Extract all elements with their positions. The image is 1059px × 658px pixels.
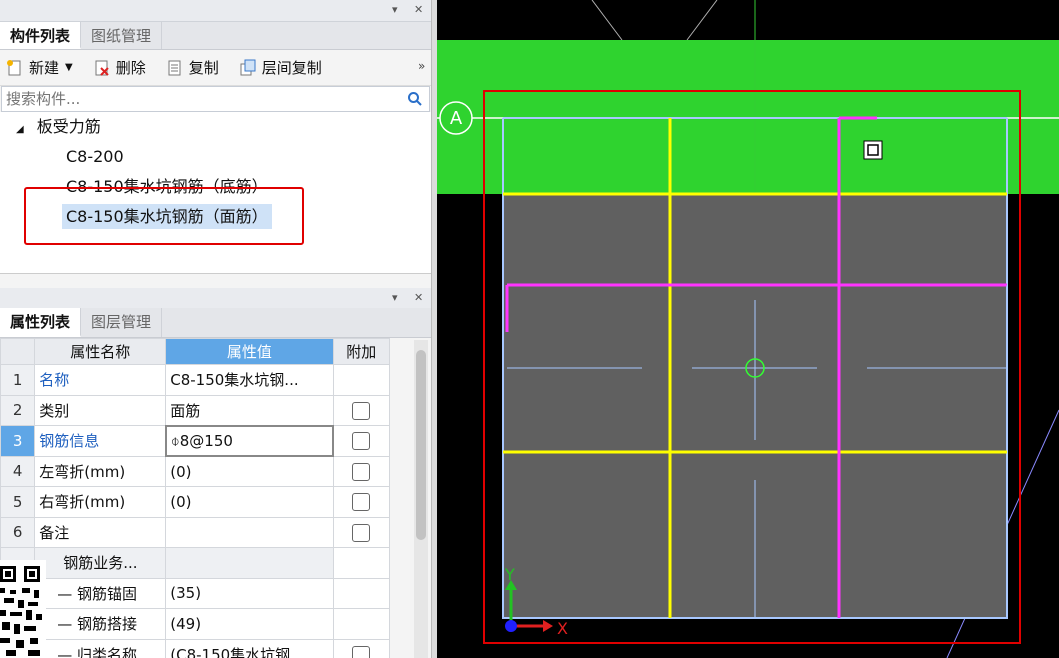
table-row: — 钢筋锚固 (35): [0, 577, 391, 609]
property-value[interactable]: 面筋: [165, 394, 334, 426]
close-icon[interactable]: ✕: [414, 291, 423, 305]
table-row: 1 名称 C8-150集水坑钢...: [0, 364, 391, 396]
x-arrow-head: [543, 620, 553, 632]
extra-checkbox[interactable]: [351, 493, 370, 511]
search-icon[interactable]: [407, 91, 423, 107]
extra-checkbox[interactable]: [351, 523, 370, 542]
table-row: 4 左弯折(mm) (0): [0, 455, 391, 487]
qr-code-icon: [0, 560, 46, 658]
property-value[interactable]: [165, 516, 334, 548]
y-axis-label: Y: [504, 565, 515, 584]
table-row: 6 备注: [0, 516, 391, 548]
tab-property-list[interactable]: 属性列表: [0, 308, 82, 337]
property-value[interactable]: (0): [165, 486, 334, 518]
extra-checkbox[interactable]: [351, 462, 370, 481]
header-name: 属性名称: [34, 338, 167, 365]
tree-group-slab-rebar[interactable]: ◢ 板受力筋: [0, 112, 431, 142]
pin-icon[interactable]: ▾: [392, 291, 398, 305]
snap-marker-inner: [867, 144, 879, 156]
x-axis-label: X: [557, 619, 568, 638]
property-value[interactable]: C8-150集水坑钢...: [165, 364, 334, 396]
tab-component-list[interactable]: 构件列表: [0, 22, 82, 49]
dropdown-arrow-icon[interactable]: ▼: [65, 62, 73, 73]
highlight-box: [24, 187, 304, 245]
grid-corner: [0, 338, 36, 365]
component-toolbar: 新建 ▼ 删除 复制 层间复制 »: [0, 50, 431, 86]
component-panel-titlebar: ▾ ✕: [0, 0, 431, 22]
scroll-thumb[interactable]: [416, 350, 426, 540]
copy-button[interactable]: 复制: [166, 57, 219, 78]
expand-icon[interactable]: ◢: [16, 124, 24, 135]
property-scrollbar[interactable]: [414, 340, 428, 658]
property-tabs: 属性列表 图层管理: [0, 308, 431, 338]
table-row: 5 右弯折(mm) (0): [0, 486, 391, 518]
table-row: — 钢筋搭接 (49): [0, 608, 391, 640]
new-file-icon: [7, 59, 21, 75]
left-panel: ▾ ✕ 构件列表 图纸管理 新建 ▼ 删除 复制 层间复制 » ◢ 板: [0, 0, 432, 658]
pin-icon[interactable]: ▾: [392, 3, 398, 17]
tree-item[interactable]: C8-200: [0, 142, 431, 172]
table-row: — 归类名称 (C8-150集水坑钢...: [0, 638, 391, 658]
copy-icon: [168, 60, 181, 75]
property-value[interactable]: (35): [165, 577, 334, 609]
cad-drawing[interactable]: A Y X: [437, 0, 1059, 658]
table-row: 钢筋业务...: [0, 547, 391, 579]
header-extra: 附加: [332, 338, 391, 365]
search-input[interactable]: [2, 87, 392, 111]
extra-checkbox[interactable]: [351, 401, 370, 420]
property-value[interactable]: (49): [165, 608, 334, 640]
header-value[interactable]: 属性值: [165, 338, 334, 365]
cad-viewport[interactable]: A Y X: [437, 0, 1059, 658]
subgroup-label[interactable]: 钢筋业务...: [34, 547, 167, 579]
component-search: [1, 86, 430, 112]
rebar-info-input[interactable]: ⌽8@150: [164, 424, 335, 457]
extra-checkbox[interactable]: [351, 645, 370, 658]
table-row: 3 钢筋信息 ⌽8@150: [0, 424, 391, 457]
extra-checkbox[interactable]: [352, 432, 371, 450]
axis-label: A: [450, 108, 463, 129]
origin-icon: [505, 620, 517, 632]
table-row: 2 类别 面筋: [0, 394, 391, 426]
close-icon[interactable]: ✕: [414, 3, 423, 17]
property-panel-titlebar: ▾ ✕: [0, 288, 431, 310]
floor-copy-button[interactable]: 层间复制: [239, 57, 322, 78]
delete-button[interactable]: 删除: [93, 57, 146, 78]
cad-line: [591, 0, 623, 41]
delete-icon: [95, 60, 109, 76]
property-value[interactable]: (0): [165, 455, 334, 487]
new-button[interactable]: 新建 ▼: [6, 57, 73, 78]
tab-layer-management[interactable]: 图层管理: [81, 308, 163, 337]
floor-copy-icon: [240, 59, 256, 75]
component-tabs: 构件列表 图纸管理: [0, 22, 431, 50]
cad-line: [686, 0, 718, 41]
toolbar-more-icon[interactable]: »: [418, 59, 425, 73]
property-value[interactable]: (C8-150集水坑钢...: [165, 638, 334, 658]
property-grid: 属性名称 属性值 附加 1 名称 C8-150集水坑钢... 2 类别 面筋 3…: [0, 338, 391, 658]
tab-drawing-management[interactable]: 图纸管理: [81, 22, 163, 49]
